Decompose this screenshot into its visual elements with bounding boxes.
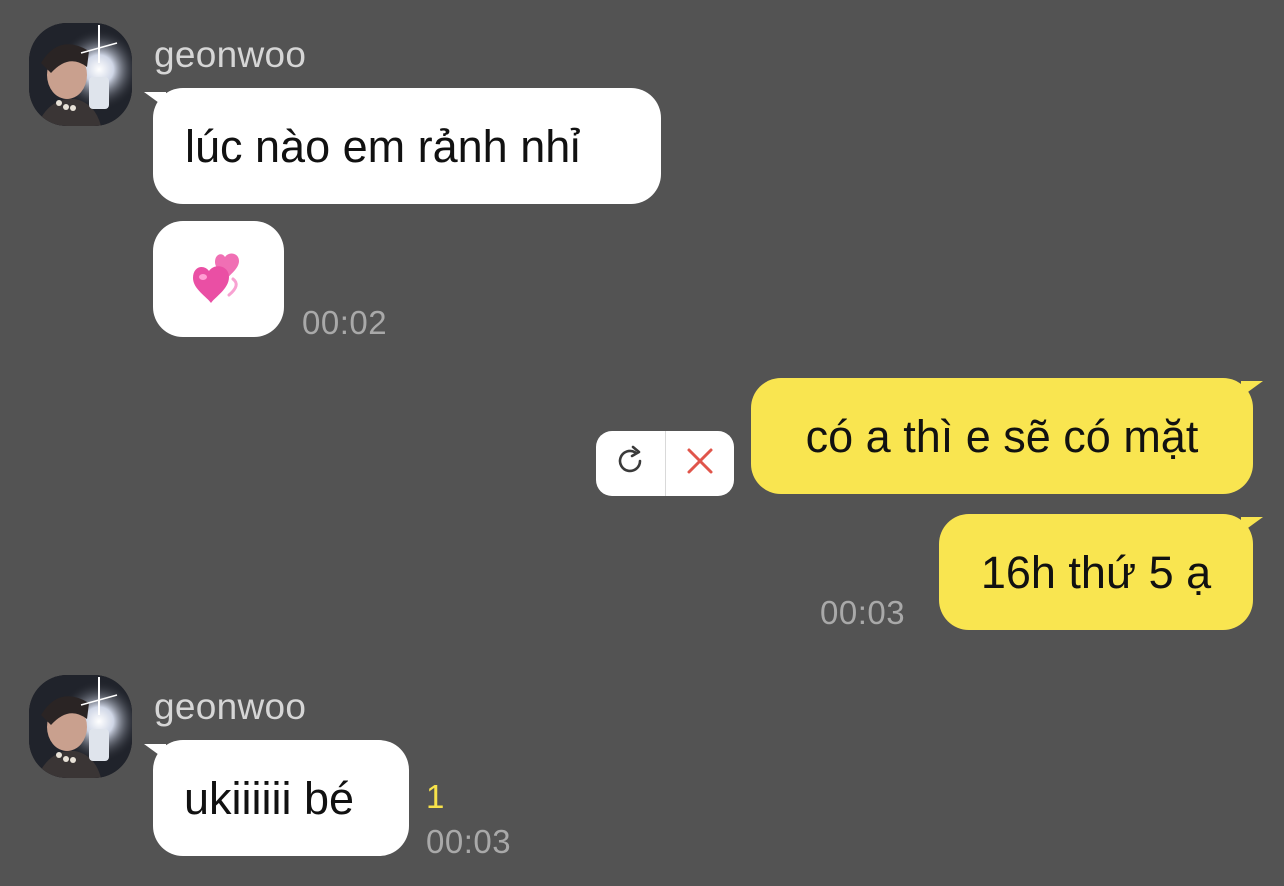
message-bubble-outgoing[interactable]: 16h thứ 5 ạ — [939, 514, 1253, 630]
avatar[interactable] — [29, 675, 132, 778]
sender-name: geonwoo — [154, 686, 307, 727]
failed-message-actions — [596, 431, 734, 496]
message-text: có a thì e sẽ có mặt — [805, 410, 1199, 462]
retry-icon — [613, 444, 647, 483]
timestamp: 00:02 — [302, 304, 388, 341]
message-bubble-incoming[interactable]: lúc nào em rảnh nhỉ — [153, 88, 661, 204]
timestamp: 00:03 — [820, 594, 906, 631]
two-hearts-icon — [189, 249, 249, 309]
chat-view: geonwoo lúc nào em rảnh nhỉ 00:02 có a t… — [0, 0, 1284, 886]
sender-name: geonwoo — [154, 34, 307, 75]
message-text: ukiiiiii bé — [184, 772, 355, 824]
close-icon — [685, 446, 715, 481]
retry-button[interactable] — [596, 431, 665, 496]
unread-count: 1 — [426, 778, 445, 815]
avatar[interactable] — [29, 23, 132, 126]
message-text: 16h thứ 5 ạ — [980, 546, 1212, 598]
emoji-message-bubble[interactable] — [153, 221, 284, 337]
message-text: lúc nào em rảnh nhỉ — [185, 120, 581, 172]
message-bubble-outgoing[interactable]: có a thì e sẽ có mặt — [751, 378, 1253, 494]
delete-button[interactable] — [666, 431, 735, 496]
message-bubble-incoming[interactable]: ukiiiiii bé — [153, 740, 409, 856]
timestamp: 00:03 — [426, 823, 512, 860]
